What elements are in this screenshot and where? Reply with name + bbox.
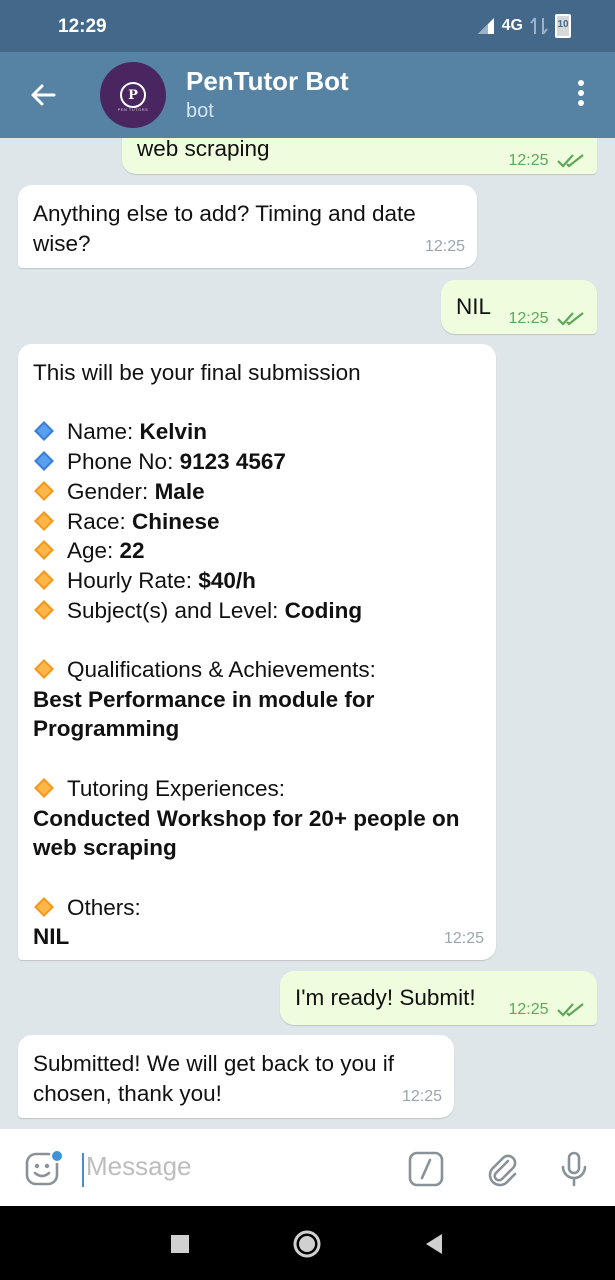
field-subject: Subject(s) and Level: Coding <box>33 596 480 626</box>
others-value: NIL <box>33 924 70 950</box>
message-time: 12:25 <box>424 238 465 256</box>
chat-subtitle: bot <box>186 100 214 122</box>
field-gender: Gender: Male <box>33 477 480 507</box>
message-time: 12:25 <box>509 304 586 334</box>
message-list[interactable]: web scraping 12:25 Anything else to add?… <box>0 138 615 1128</box>
battery-icon: 10 <box>555 14 571 38</box>
field-phone: Phone No: 9123 4567 <box>33 447 480 477</box>
message-composer <box>0 1128 615 1206</box>
message-text: Submitted! We will get back to you if ch… <box>33 1051 394 1106</box>
message-time: 12:25 <box>509 995 586 1025</box>
message-text: I'm ready! Submit! <box>295 985 476 1010</box>
message-input[interactable] <box>86 1151 386 1182</box>
field-name: Name: Kelvin <box>33 417 480 447</box>
network-type: 4G <box>501 17 523 34</box>
qualifications-value: Best Performance in module for Programmi… <box>33 686 375 742</box>
notification-dot <box>50 1149 64 1163</box>
status-time: 12:29 <box>58 16 107 37</box>
chat-header: P PEN TUTORS PenTutor Bot bot <box>0 52 615 138</box>
outgoing-message[interactable]: web scraping 12:25 <box>122 138 597 174</box>
outgoing-message[interactable]: NIL 12:25 <box>441 280 597 334</box>
orange-diamond-icon <box>34 659 54 679</box>
back-nav-icon[interactable] <box>424 1233 444 1255</box>
experience-value: Conducted Workshop for 20+ people on web… <box>33 805 460 861</box>
submission-summary-message[interactable]: This will be your final submission Name:… <box>18 344 496 960</box>
field-age: Age: 22 <box>33 536 480 566</box>
signal-icon <box>477 18 494 34</box>
summary-intro: This will be your final submission <box>33 360 361 385</box>
microphone-icon[interactable] <box>556 1151 592 1187</box>
chat-title[interactable]: PenTutor Bot <box>186 66 349 97</box>
status-bar: 12:29 4G 10 <box>0 0 615 52</box>
attach-icon[interactable] <box>484 1151 520 1187</box>
message-time: 12:25 <box>401 1088 442 1106</box>
text-cursor <box>82 1153 84 1187</box>
orange-diamond-icon <box>34 569 54 590</box>
orange-diamond-icon <box>34 480 54 501</box>
more-vertical-icon[interactable] <box>577 80 585 110</box>
double-check-icon <box>557 1002 584 1017</box>
back-arrow-icon[interactable] <box>28 80 58 110</box>
avatar-caption: PEN TUTORS <box>117 107 149 112</box>
home-icon[interactable] <box>292 1229 322 1259</box>
orange-diamond-icon <box>34 777 54 798</box>
incoming-message[interactable]: Submitted! We will get back to you if ch… <box>18 1035 454 1118</box>
experience-label: Tutoring Experiences: <box>33 774 480 804</box>
orange-diamond-icon <box>34 896 54 917</box>
message-text: Anything else to add? Timing and date wi… <box>33 201 416 256</box>
data-transfer-icon <box>530 17 548 35</box>
outgoing-message[interactable]: I'm ready! Submit! 12:25 <box>280 971 597 1025</box>
blue-diamond-icon <box>34 421 54 442</box>
bot-command-icon[interactable] <box>408 1151 444 1187</box>
orange-diamond-icon <box>34 599 54 620</box>
avatar-logo: P <box>120 82 146 108</box>
system-navigation-bar <box>0 1206 615 1280</box>
message-time: 12:25 <box>443 930 484 948</box>
others-label: Others: <box>33 893 480 923</box>
field-hourly-rate: Hourly Rate: $40/h <box>33 566 480 596</box>
status-icons: 4G 10 <box>476 14 571 38</box>
double-check-icon <box>557 153 584 168</box>
message-text: NIL <box>456 294 492 319</box>
blue-diamond-icon <box>34 451 54 472</box>
orange-diamond-icon <box>34 510 54 531</box>
battery-level: 10 <box>557 19 569 30</box>
avatar[interactable]: P PEN TUTORS <box>100 62 166 128</box>
message-text: web scraping <box>137 138 270 161</box>
qualifications-label: Qualifications & Achievements: <box>33 655 480 685</box>
field-race: Race: Chinese <box>33 507 480 537</box>
message-time: 12:25 <box>509 146 586 176</box>
recent-apps-icon[interactable] <box>170 1234 190 1254</box>
double-check-icon <box>557 311 584 326</box>
orange-diamond-icon <box>34 540 54 561</box>
incoming-message[interactable]: Anything else to add? Timing and date wi… <box>18 185 477 268</box>
